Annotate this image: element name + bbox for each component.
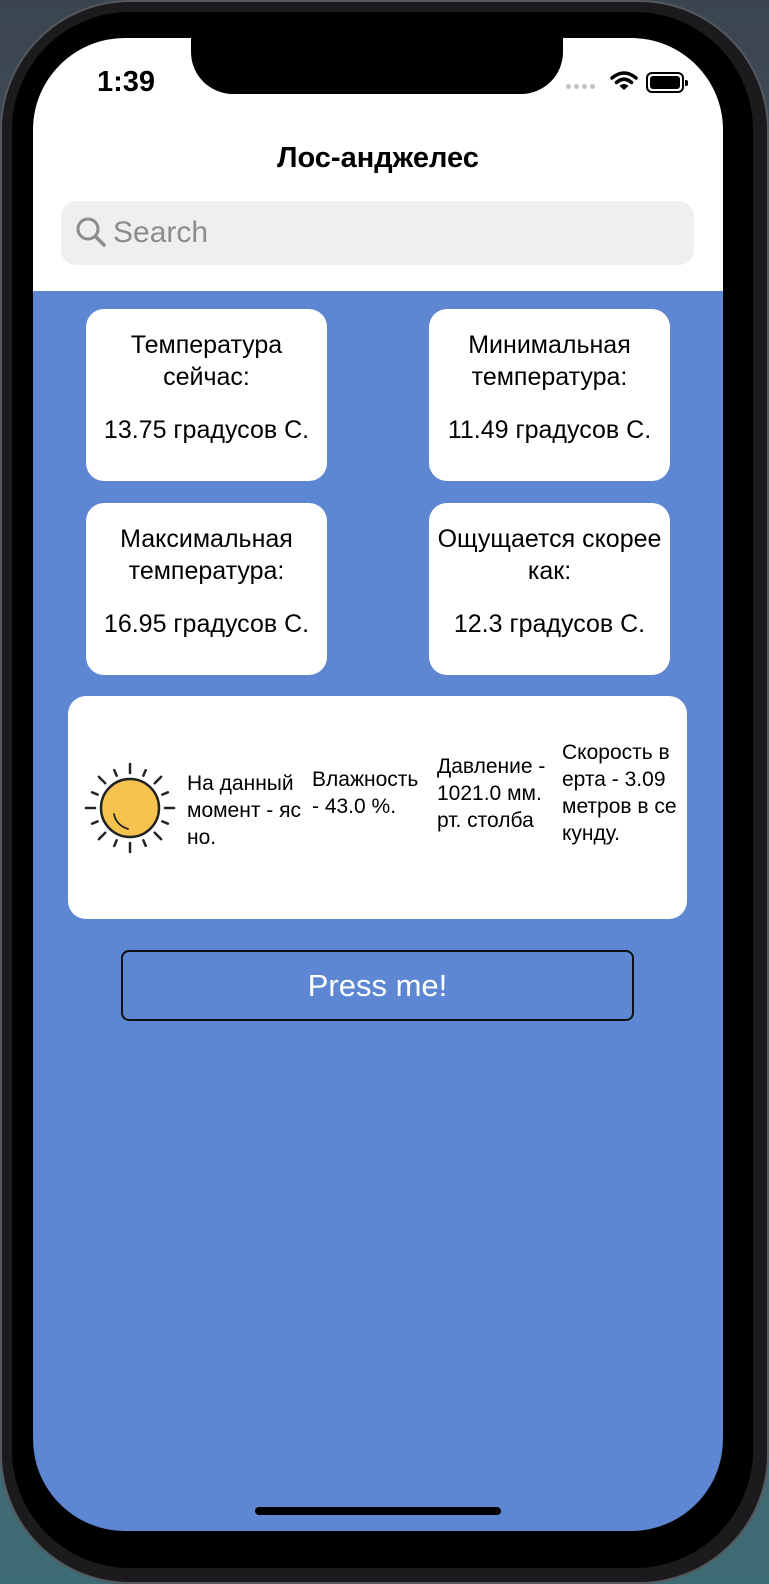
min-temperature-card: Минимальная температура: 11.49 градусов … — [429, 309, 670, 481]
max-temperature-card: Максимальная температура: 16.95 градусов… — [86, 503, 327, 675]
status-icons — [566, 70, 691, 96]
cellular-signal-icon — [566, 84, 595, 89]
search-bar[interactable] — [61, 201, 694, 265]
pressure-text: Давление - 1021.0 мм. рт. столба — [437, 755, 546, 832]
home-indicator[interactable] — [255, 1507, 501, 1515]
wifi-icon — [610, 71, 638, 90]
device-notch — [191, 38, 563, 94]
app-screen: 1:39 Лос-анджелес Температура сейчас: 13… — [33, 38, 723, 1531]
search-input[interactable] — [113, 213, 673, 253]
card-value: 12.3 градусов С. — [453, 610, 646, 638]
wind-speed-text: Скорость верта - 3.09 метров в секунду. — [562, 741, 677, 845]
battery-icon — [646, 72, 688, 93]
humidity-text: Влажность - 43.0 %. — [312, 768, 419, 818]
page-title: Лос-анджелес — [277, 142, 479, 174]
card-label: Максимальная температура: — [120, 525, 293, 585]
card-value: 11.49 градусов С. — [447, 416, 652, 444]
search-icon — [76, 217, 106, 247]
card-label: Температура сейчас: — [130, 331, 283, 391]
press-me-button[interactable]: Press me! — [121, 950, 634, 1021]
card-label: Минимальная температура: — [468, 331, 631, 391]
status-time: 1:39 — [97, 66, 156, 98]
sun-icon — [84, 762, 176, 854]
current-temperature-card: Температура сейчас: 13.75 градусов С. — [86, 309, 327, 481]
card-label: Ощущается скорее как: — [437, 525, 662, 585]
card-value: 16.95 градусов С. — [103, 610, 310, 638]
weather-details-panel: На данный момент - ясно. Влажность - 43.… — [68, 696, 687, 919]
weather-description: На данный момент - ясно. — [187, 772, 301, 849]
feels-like-card: Ощущается скорее как: 12.3 градусов С. — [429, 503, 670, 675]
navigation-header: 1:39 Лос-анджелес — [33, 38, 723, 291]
card-value: 13.75 градусов С. — [103, 416, 310, 444]
